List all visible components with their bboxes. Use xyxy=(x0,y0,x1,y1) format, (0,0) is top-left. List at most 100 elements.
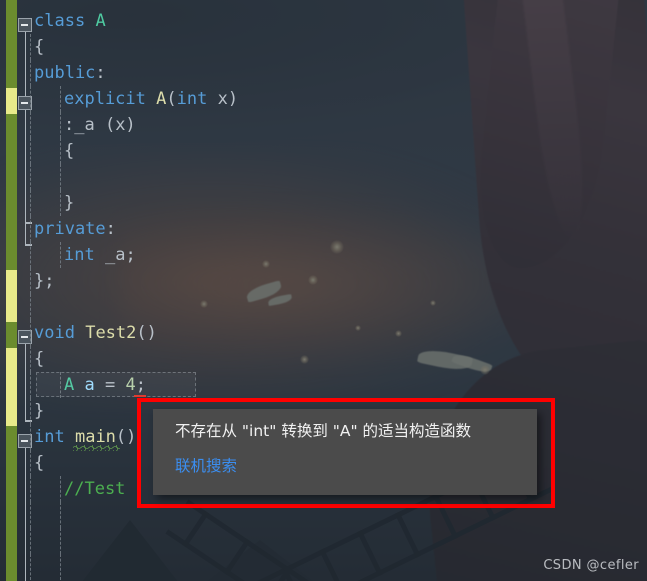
code-token: : xyxy=(105,219,116,239)
code-token: _a; xyxy=(104,245,136,265)
indent-guide xyxy=(30,216,31,242)
code-line[interactable]: explicit A(int x) xyxy=(0,86,647,112)
code-token: A xyxy=(156,89,167,109)
indent-guide xyxy=(30,138,31,164)
code-token: Test2 xyxy=(85,323,137,343)
code-line-text: int _a; xyxy=(34,245,136,265)
code-line[interactable]: A a = 4; xyxy=(0,372,647,398)
code-token: } xyxy=(64,193,75,213)
code-line[interactable]: public: xyxy=(0,60,647,86)
code-line-text: }; xyxy=(34,271,54,291)
code-line[interactable]: }; xyxy=(0,268,647,294)
indent-guide xyxy=(60,554,61,580)
code-line[interactable] xyxy=(0,294,647,320)
indent-guide xyxy=(60,528,61,554)
code-line[interactable]: :_a (x) xyxy=(0,112,647,138)
code-line-text: :_a (x) xyxy=(34,115,136,135)
error-tooltip[interactable]: 不存在从 "int" 转换到 "A" 的适当构造函数 联机搜索 xyxy=(153,409,537,495)
code-line-text: { xyxy=(34,453,44,473)
code-token: { xyxy=(34,37,45,57)
indent-guide xyxy=(30,346,31,372)
code-line[interactable]: } xyxy=(0,190,647,216)
code-line-text: explicit A(int x) xyxy=(34,89,238,109)
code-token: : xyxy=(95,63,106,83)
indent-guide xyxy=(60,502,61,528)
code-token: A xyxy=(95,11,106,31)
indent-guide xyxy=(60,112,61,138)
indent-guide xyxy=(30,268,31,294)
code-token: class xyxy=(34,11,86,31)
code-token: :_a xyxy=(64,115,95,135)
code-token: //Test xyxy=(64,479,126,499)
indent-guide xyxy=(30,476,31,502)
code-token: private xyxy=(34,219,106,239)
code-token: int xyxy=(176,89,208,109)
code-token: { xyxy=(34,453,45,473)
code-token: { xyxy=(34,349,45,369)
code-token: { xyxy=(64,141,75,161)
indent-guide xyxy=(30,554,31,580)
code-token: x xyxy=(217,89,228,109)
code-line[interactable]: { xyxy=(0,346,647,372)
error-squiggle-red xyxy=(134,393,146,397)
indent-guide xyxy=(60,242,61,268)
indent-guide xyxy=(30,320,31,346)
indent-guide xyxy=(30,164,31,190)
code-editor-surface[interactable]: class A{public: explicit A(int x):_a (x){… xyxy=(0,0,647,581)
code-token: () xyxy=(136,323,157,343)
code-token: explicit xyxy=(64,89,146,109)
code-line-text: int main() xyxy=(34,427,136,447)
error-tooltip-highlight-box: 不存在从 "int" 转换到 "A" 的适当构造函数 联机搜索 xyxy=(137,398,555,508)
code-line[interactable]: int _a; xyxy=(0,242,647,268)
error-line-highlight xyxy=(36,372,196,397)
code-token: (x) xyxy=(94,115,136,135)
code-token: }; xyxy=(34,271,55,291)
indent-guide xyxy=(60,476,61,502)
indent-guide xyxy=(30,190,31,216)
indent-guide xyxy=(30,34,31,60)
error-tooltip-message: 不存在从 "int" 转换到 "A" 的适当构造函数 xyxy=(175,422,472,440)
code-line-text: { xyxy=(34,141,74,161)
indent-guide xyxy=(30,450,31,476)
indent-guide xyxy=(30,86,31,112)
code-token: } xyxy=(34,401,45,421)
indent-guide xyxy=(30,294,31,320)
indent-guide xyxy=(30,398,31,424)
indent-guide xyxy=(30,60,31,86)
code-token: ) xyxy=(227,89,239,109)
code-line[interactable]: void Test2() xyxy=(0,320,647,346)
code-line[interactable] xyxy=(0,528,647,554)
code-token: main xyxy=(74,427,116,447)
indent-guide xyxy=(30,112,31,138)
indent-guide xyxy=(60,86,61,112)
code-token: int xyxy=(34,427,65,447)
code-line-text: class A xyxy=(34,11,106,31)
online-search-link[interactable]: 联机搜索 xyxy=(175,456,237,476)
code-line-text: private: xyxy=(34,219,116,239)
indent-guide xyxy=(30,372,31,398)
indent-guide xyxy=(30,502,31,528)
code-line[interactable]: { xyxy=(0,34,647,60)
code-line-text: { xyxy=(34,37,44,57)
code-line-text: void Test2() xyxy=(34,323,157,343)
code-token: ( xyxy=(166,89,177,109)
code-line-text: { xyxy=(34,349,44,369)
code-line-text: } xyxy=(34,193,74,213)
code-line-text: public: xyxy=(34,63,106,83)
code-line[interactable]: { xyxy=(0,138,647,164)
indent-guide xyxy=(60,164,61,190)
indent-guide xyxy=(30,242,31,268)
watermark: CSDN @cefler xyxy=(543,558,639,573)
code-line[interactable] xyxy=(0,164,647,190)
code-line-text: //Test xyxy=(34,479,125,499)
code-line[interactable]: class A xyxy=(0,8,647,34)
code-line-text: } xyxy=(34,401,44,421)
code-token: int xyxy=(64,245,95,265)
code-line[interactable]: private: xyxy=(0,216,647,242)
